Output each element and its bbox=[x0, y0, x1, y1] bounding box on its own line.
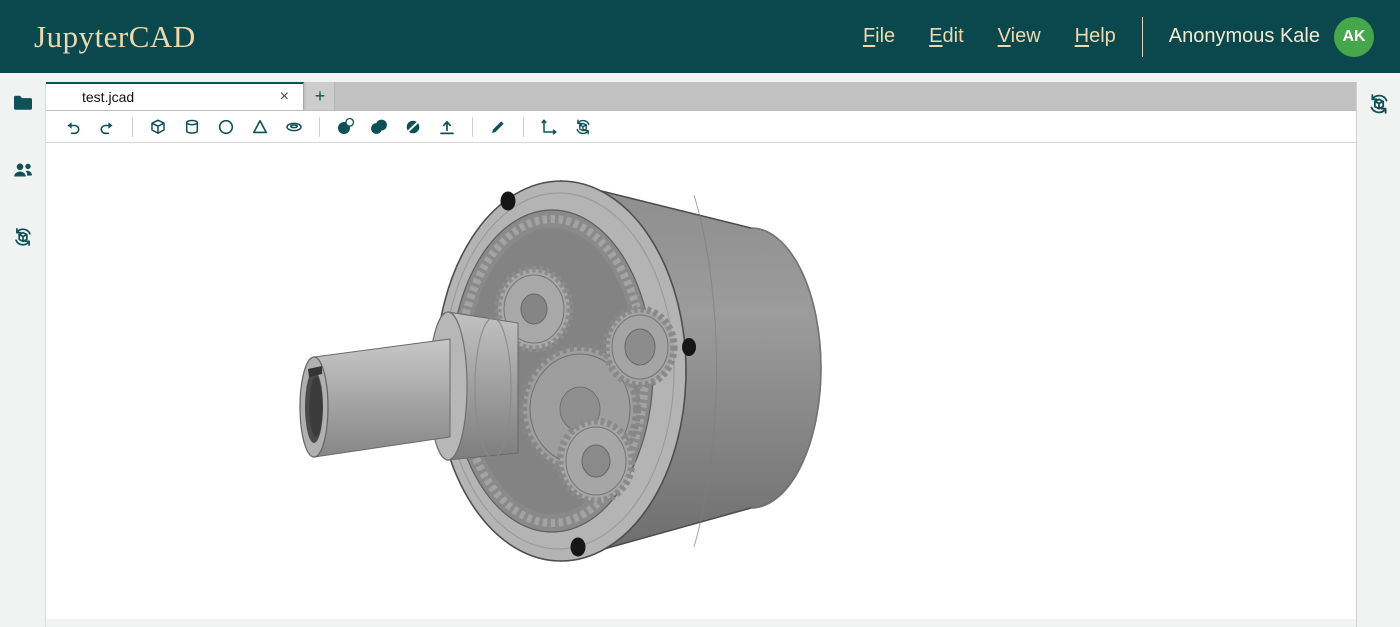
tab-title: test.jcad bbox=[82, 89, 276, 105]
cut-icon bbox=[335, 117, 355, 137]
toolbar-separator bbox=[132, 117, 133, 137]
folder-icon bbox=[11, 91, 35, 115]
right-sidebar bbox=[1357, 73, 1400, 627]
extrusion-button[interactable] bbox=[432, 114, 462, 140]
new-torus-button[interactable] bbox=[279, 114, 309, 140]
torus-icon bbox=[284, 117, 304, 137]
cube-rotate-icon bbox=[1366, 91, 1392, 117]
toolbar-separator bbox=[319, 117, 320, 137]
tab-bar: test.jcad × + bbox=[46, 82, 1356, 110]
sidebar-item-3d-objects[interactable] bbox=[9, 223, 37, 251]
extrusion-icon bbox=[437, 117, 457, 137]
undo-button[interactable] bbox=[58, 114, 88, 140]
sketcher-button[interactable] bbox=[483, 114, 513, 140]
left-sidebar bbox=[0, 73, 45, 627]
menu-item-view[interactable]: View bbox=[998, 25, 1041, 48]
main-area: test.jcad × + bbox=[45, 82, 1357, 627]
app-logo: JupyterCAD bbox=[34, 19, 196, 55]
toolbar-separator bbox=[523, 117, 524, 137]
sidebar-item-file-browser[interactable] bbox=[9, 89, 37, 117]
header: JupyterCAD File Edit View Help Anonymous… bbox=[0, 0, 1400, 73]
toolbar bbox=[46, 110, 1356, 143]
menu-bar: File Edit View Help bbox=[863, 25, 1116, 48]
sphere-icon bbox=[216, 117, 236, 137]
new-box-button[interactable] bbox=[143, 114, 173, 140]
menu-item-file[interactable]: File bbox=[863, 25, 895, 48]
axes-icon bbox=[539, 117, 559, 137]
avatar[interactable]: AK bbox=[1334, 17, 1374, 57]
undo-icon bbox=[63, 117, 83, 137]
cylinder-icon bbox=[182, 117, 202, 137]
user-name: Anonymous Kale bbox=[1169, 25, 1320, 48]
menu-item-edit[interactable]: Edit bbox=[929, 25, 963, 48]
users-icon bbox=[11, 158, 35, 182]
cube-rotate-icon bbox=[11, 225, 35, 249]
toolbar-separator bbox=[472, 117, 473, 137]
redo-button[interactable] bbox=[92, 114, 122, 140]
viewport-3d[interactable] bbox=[46, 143, 1356, 619]
cad-model-planetary-gearbox bbox=[46, 143, 1356, 619]
new-cone-button[interactable] bbox=[245, 114, 275, 140]
box-icon bbox=[148, 117, 168, 137]
close-icon[interactable]: × bbox=[276, 88, 293, 106]
cone-icon bbox=[250, 117, 270, 137]
header-divider bbox=[1142, 17, 1143, 57]
sidebar-item-collaborators[interactable] bbox=[9, 156, 37, 184]
redo-icon bbox=[97, 117, 117, 137]
menu-item-help[interactable]: Help bbox=[1075, 25, 1116, 48]
pencil-icon bbox=[488, 117, 508, 137]
new-cylinder-button[interactable] bbox=[177, 114, 207, 140]
intersection-icon bbox=[403, 117, 423, 137]
cube-rotate-icon bbox=[573, 117, 593, 137]
right-panel-3d-view[interactable] bbox=[1365, 90, 1393, 118]
axes-helper-button[interactable] bbox=[534, 114, 564, 140]
new-sphere-button[interactable] bbox=[211, 114, 241, 140]
union-icon bbox=[369, 117, 389, 137]
tab-test-jcad[interactable]: test.jcad × bbox=[46, 82, 304, 110]
exploded-view-button[interactable] bbox=[568, 114, 598, 140]
add-tab-button[interactable]: + bbox=[306, 82, 335, 110]
intersection-button[interactable] bbox=[398, 114, 428, 140]
union-button[interactable] bbox=[364, 114, 394, 140]
cut-button[interactable] bbox=[330, 114, 360, 140]
